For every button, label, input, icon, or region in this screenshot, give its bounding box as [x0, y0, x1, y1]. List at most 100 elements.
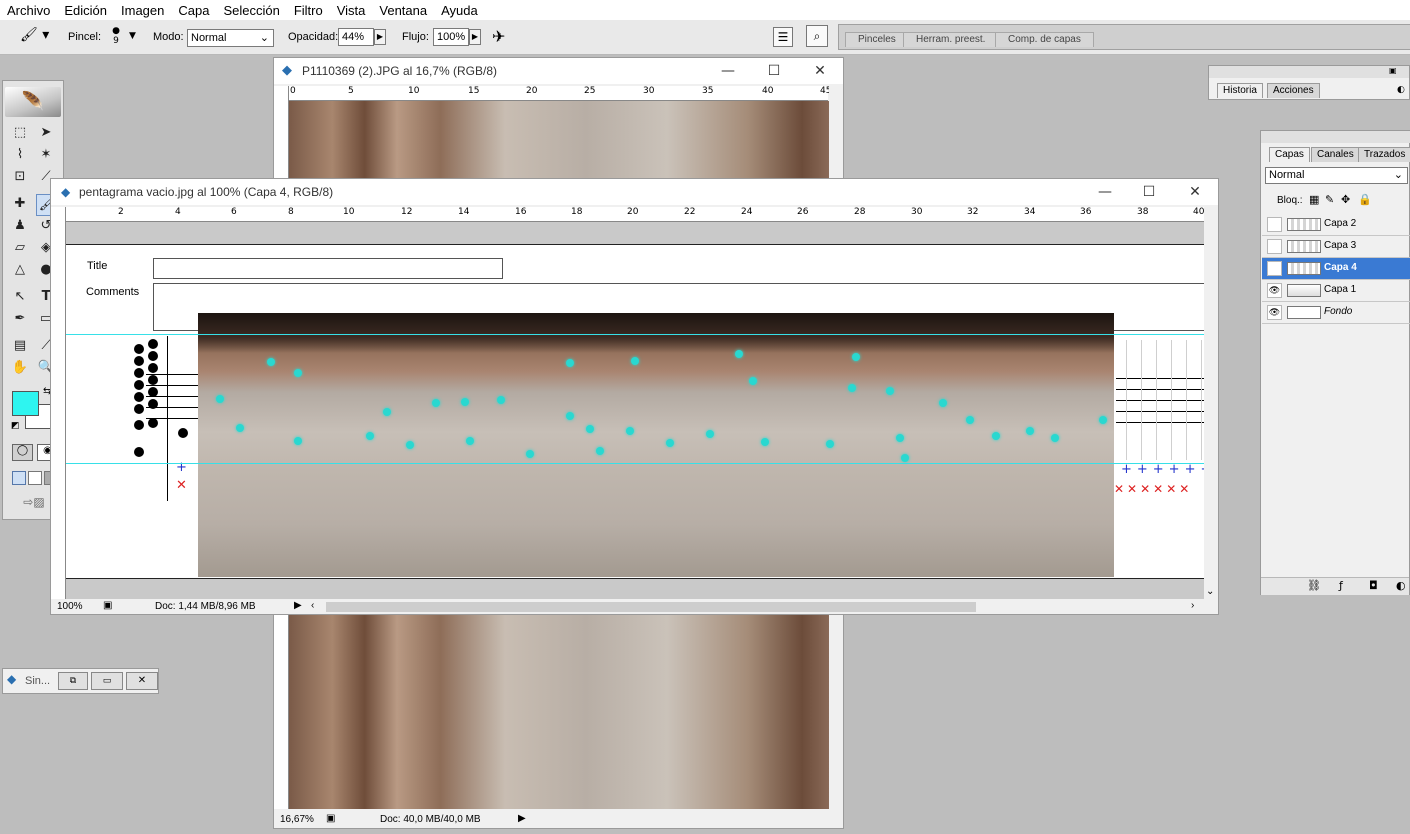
layer-row-capa-3[interactable]: Capa 3: [1262, 236, 1410, 258]
tab-trazados[interactable]: Trazados: [1358, 147, 1410, 162]
restore-button[interactable]: ⧉: [58, 672, 88, 690]
menu-vista[interactable]: Vista: [330, 3, 373, 18]
layer-style-icon[interactable]: ƒ: [1339, 579, 1343, 592]
menu-ventana[interactable]: Ventana: [372, 3, 434, 18]
menu-capa[interactable]: Capa: [171, 3, 216, 18]
menu-edicion[interactable]: Edición: [57, 3, 114, 18]
tab-canales[interactable]: Canales: [1311, 147, 1360, 162]
blend-mode-select[interactable]: Normal ⌄: [1265, 167, 1408, 184]
stamp-tool-icon[interactable]: ♟: [10, 216, 30, 236]
lasso-tool-icon[interactable]: ⌇: [10, 145, 30, 165]
brush-dropdown-icon[interactable]: ▼: [129, 31, 136, 41]
tab-capas[interactable]: Capas: [1269, 147, 1310, 162]
horizontal-scrollbar-thumb[interactable]: [326, 602, 976, 612]
menu-archivo[interactable]: Archivo: [0, 3, 57, 18]
horizontal-scrollbar[interactable]: [530, 814, 830, 824]
menu-seleccion[interactable]: Selección: [216, 3, 286, 18]
maximize-button[interactable]: ▭: [91, 672, 123, 690]
well-tab-pinceles[interactable]: Pinceles: [845, 32, 909, 47]
cyan-dot: [852, 353, 860, 361]
zoom-level[interactable]: 100%: [57, 601, 83, 612]
link-layers-icon[interactable]: ⛓: [1307, 579, 1321, 592]
well-tab-herram-preest[interactable]: Herram. preest.: [903, 32, 999, 47]
screen-mode-standard-icon[interactable]: [12, 471, 26, 485]
mode-select[interactable]: Normal ⌄: [187, 29, 274, 47]
status-menu-arrow-icon[interactable]: ▶: [294, 600, 302, 611]
maximize-button[interactable]: ☐: [1138, 182, 1160, 202]
tab-acciones[interactable]: Acciones: [1267, 83, 1320, 98]
menu-imagen[interactable]: Imagen: [114, 3, 171, 18]
minimize-panel-icon[interactable]: ▣: [1389, 66, 1397, 75]
minimize-button[interactable]: —: [717, 61, 739, 81]
brush-preview-icon[interactable]: ● 9: [110, 26, 122, 50]
title-field[interactable]: [153, 258, 503, 279]
panel-titlebar[interactable]: [1261, 131, 1410, 143]
flow-field[interactable]: 100%: [433, 28, 469, 46]
close-button[interactable]: ✕: [809, 61, 831, 81]
visibility-toggle[interactable]: [1267, 239, 1282, 254]
fg-window-titlebar[interactable]: ◆ pentagrama vacio.jpg al 100% (Capa 4, …: [51, 179, 1218, 205]
layer-row-capa-4[interactable]: 👁 Capa 4: [1262, 258, 1410, 280]
opacity-slider-button[interactable]: ▶: [374, 29, 386, 45]
minimized-document-window[interactable]: ◆ Sin... ⧉ ▭ ✕: [2, 668, 159, 694]
info-icon[interactable]: ▣: [103, 600, 112, 611]
magic-wand-tool-icon[interactable]: ✶: [36, 145, 56, 165]
eraser-tool-icon[interactable]: ▱: [10, 238, 30, 258]
status-menu-arrow-icon[interactable]: ▶: [518, 813, 526, 824]
layer-name: Fondo: [1324, 306, 1353, 317]
visibility-toggle[interactable]: [1267, 217, 1282, 232]
eye-icon[interactable]: 👁: [1267, 305, 1282, 320]
brush-tool-preset-icon[interactable]: 🖌 ▾: [20, 27, 50, 47]
maximize-button[interactable]: ☐: [763, 61, 785, 81]
menu-filtro[interactable]: Filtro: [287, 3, 330, 18]
lock-transparency-icon[interactable]: ▦: [1309, 193, 1319, 206]
blur-tool-icon[interactable]: △: [10, 260, 30, 280]
standard-mode-icon[interactable]: ◯: [12, 444, 33, 461]
menu-ayuda[interactable]: Ayuda: [434, 3, 485, 18]
zoom-level[interactable]: 16,67%: [280, 814, 314, 825]
vertical-scrollbar[interactable]: ⌄: [1204, 207, 1218, 599]
close-button[interactable]: ✕: [126, 672, 158, 690]
well-tab-comp-capas[interactable]: Comp. de capas: [995, 32, 1094, 47]
screen-mode-menubar-icon[interactable]: [28, 471, 42, 485]
scroll-left-arrow-icon[interactable]: ‹: [311, 600, 314, 611]
eye-icon[interactable]: 👁: [1267, 261, 1282, 276]
layer-row-capa-1[interactable]: 👁 Capa 1: [1262, 280, 1410, 302]
opacity-field[interactable]: 44%: [338, 28, 374, 46]
marquee-tool-icon[interactable]: ⬚: [10, 123, 30, 143]
lock-all-icon[interactable]: 🔒: [1358, 193, 1372, 206]
layer-row-fondo[interactable]: 👁 Fondo: [1262, 302, 1410, 324]
bg-status-bar: 16,67% ▣ Doc: 40,0 MB/40,0 MB ▶: [274, 811, 843, 828]
panel-menu-icon[interactable]: ◐: [1397, 85, 1405, 95]
tab-historia[interactable]: Historia: [1217, 83, 1263, 98]
pen-tool-icon[interactable]: ✒: [10, 309, 30, 329]
lock-pixels-icon[interactable]: ✎: [1325, 193, 1334, 206]
scroll-down-arrow-icon[interactable]: ⌄: [1206, 586, 1214, 597]
panel-titlebar[interactable]: ▣: [1209, 66, 1409, 78]
crop-tool-icon[interactable]: ⊡: [10, 167, 30, 187]
close-button[interactable]: ✕: [1184, 182, 1206, 202]
foreground-color-swatch[interactable]: [12, 391, 39, 416]
layer-row-capa-2[interactable]: Capa 2: [1262, 214, 1410, 236]
default-colors-icon[interactable]: ◩: [11, 421, 20, 431]
path-selection-tool-icon[interactable]: ↖: [10, 287, 30, 307]
ruler-label: 15: [468, 86, 480, 96]
flow-slider-button[interactable]: ▶: [469, 29, 481, 45]
minimize-button[interactable]: —: [1094, 182, 1116, 202]
info-icon[interactable]: ▣: [326, 813, 335, 824]
adjustment-layer-icon[interactable]: ◐: [1396, 579, 1406, 592]
layer-mask-icon[interactable]: ◘: [1369, 579, 1378, 592]
notes-tool-icon[interactable]: ▤: [10, 336, 30, 356]
lock-position-icon[interactable]: ✥: [1341, 193, 1350, 206]
bg-window-titlebar[interactable]: ◆ P1110369 (2).JPG al 16,7% (RGB/8) — ☐ …: [274, 58, 843, 84]
hand-tool-icon[interactable]: ✋: [10, 358, 30, 378]
palette-button-icon[interactable]: ☰: [773, 27, 793, 47]
move-tool-icon[interactable]: ➤: [36, 123, 56, 143]
document-canvas[interactable]: Title Comments + ✕ ++++++ ✕✕✕✕✕✕: [66, 222, 1204, 578]
scroll-right-arrow-icon[interactable]: ›: [1191, 600, 1194, 611]
airbrush-icon[interactable]: ✈: [492, 27, 505, 46]
file-browser-icon[interactable]: ⌕: [806, 25, 828, 47]
cyan-dot: [966, 416, 974, 424]
eye-icon[interactable]: 👁: [1267, 283, 1282, 298]
healing-brush-tool-icon[interactable]: ✚: [10, 194, 30, 214]
